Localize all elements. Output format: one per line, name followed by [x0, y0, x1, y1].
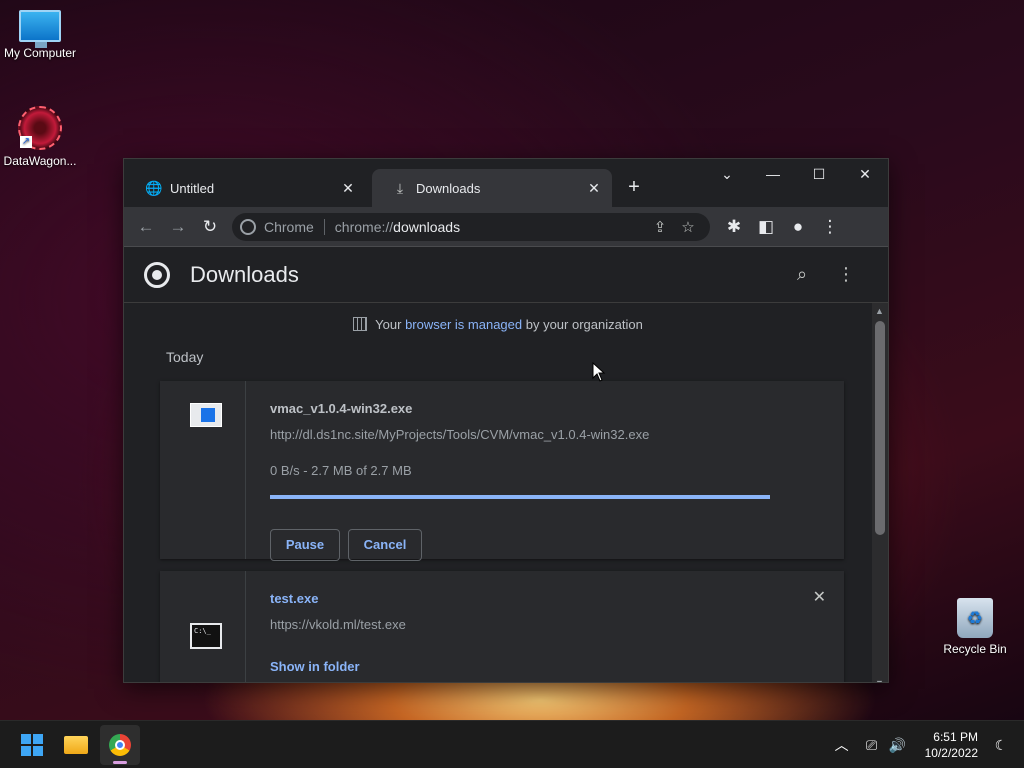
file-name-link[interactable]: test.exe [270, 591, 318, 606]
tab-close-icon[interactable]: ✕ [340, 180, 356, 196]
file-name: vmac_v1.0.4-win32.exe [270, 401, 413, 416]
address-scheme: chrome:// [334, 218, 394, 235]
extensions-puzzle-icon[interactable]: ✱ [718, 211, 750, 243]
focus-moon-icon[interactable]: ☾ [988, 737, 1014, 754]
maximize-button[interactable]: ☐ [796, 159, 842, 191]
folder-icon [64, 735, 88, 754]
reload-icon[interactable]: ↻ [194, 211, 226, 243]
toolbar: ← → ↻ Chrome chrome:// downloads ⇪ ☆ ✱ ◧… [124, 207, 888, 247]
desktop-icon-label: Recycle Bin [943, 642, 1007, 656]
managed-link[interactable]: browser is managed [405, 317, 522, 332]
address-chip: Chrome [264, 218, 314, 235]
monitor-icon [19, 10, 61, 48]
close-window-button[interactable]: ✕ [842, 159, 888, 191]
file-url: http://dl.ds1nc.site/MyProjects/Tools/CV… [270, 427, 650, 442]
console-app-icon: C:\_ [190, 623, 222, 649]
start-button[interactable] [12, 725, 52, 765]
clock[interactable]: 6:51 PM 10/2/2022 [925, 729, 978, 761]
scroll-up-arrow-icon[interactable]: ▲ [875, 306, 884, 316]
scrollbar-thumb[interactable] [875, 321, 885, 535]
pause-button[interactable]: Pause [270, 529, 340, 561]
download-status: 0 B/s - 2.7 MB of 2.7 MB [270, 463, 412, 478]
scrollbar[interactable]: ▲ ▼ [872, 303, 888, 682]
datawagon-icon: ↗ [18, 106, 62, 150]
chrome-chip-icon [240, 218, 256, 235]
tab-downloads[interactable]: ⤓ Downloads ✕ [372, 169, 612, 207]
tab-title: Downloads [416, 180, 481, 196]
tab-close-icon[interactable]: ✕ [586, 180, 602, 196]
file-icon-column: C:\_ [160, 571, 246, 682]
shortcut-arrow-icon: ↗ [20, 136, 32, 148]
chrome-logo-icon [144, 261, 170, 288]
system-tray: ︿ ⎚ 🔊 6:51 PM 10/2/2022 ☾ [829, 721, 1024, 768]
managed-prefix: Your [375, 317, 406, 332]
tab-search-button[interactable]: ⌄ [704, 159, 750, 191]
download-progress-fill [270, 495, 770, 499]
page-title: Downloads [190, 261, 299, 287]
tab-strip: 🌐 Untitled ✕ ⤓ Downloads ✕ + ⌄ — ☐ ✕ [124, 159, 888, 207]
search-icon[interactable]: ⌕ [780, 264, 824, 285]
file-explorer-button[interactable] [56, 725, 96, 765]
scroll-down-arrow-icon[interactable]: ▼ [875, 678, 884, 682]
executable-file-icon [190, 403, 222, 427]
recycle-bin-icon: ♻ [957, 598, 993, 638]
download-item: C:\_ test.exe https://vkold.ml/test.exe … [160, 571, 844, 682]
managed-suffix: by your organization [522, 317, 643, 332]
managed-notice: Your browser is managed by your organiza… [124, 317, 872, 332]
clock-time: 6:51 PM [933, 730, 978, 744]
minimize-button[interactable]: — [750, 159, 796, 191]
date-section-heading: Today [166, 349, 204, 365]
chrome-icon [109, 733, 131, 756]
taskbar: ︿ ⎚ 🔊 6:51 PM 10/2/2022 ☾ [0, 720, 1024, 768]
chevron-up-icon[interactable]: ︿ [829, 735, 855, 755]
remove-download-icon[interactable]: ✕ [813, 587, 826, 607]
download-item: vmac_v1.0.4-win32.exe http://dl.ds1nc.si… [160, 381, 844, 561]
desktop-icon-label: My Computer [3, 46, 77, 60]
share-icon[interactable]: ⇪ [646, 218, 674, 236]
downloads-header: Downloads ⌕ ⋮ [124, 247, 888, 303]
chrome-taskbar-button[interactable] [100, 724, 140, 765]
cancel-button[interactable]: Cancel [348, 529, 422, 561]
download-icon: ⤓ [396, 179, 404, 196]
network-icon[interactable]: ⎚ [859, 737, 885, 754]
building-icon [353, 317, 368, 331]
desktop-icon-label: DataWagon... [3, 154, 77, 168]
show-in-folder-link[interactable]: Show in folder [270, 659, 360, 674]
browser-menu-icon[interactable]: ⋮ [814, 211, 846, 243]
desktop-icon-datawagon[interactable]: ↗ DataWagon... [0, 106, 80, 168]
address-path: downloads [393, 218, 461, 235]
download-progress-bar [270, 495, 770, 499]
chrome-window: 🌐 Untitled ✕ ⤓ Downloads ✕ + ⌄ — ☐ ✕ ← →… [123, 158, 889, 683]
bookmark-star-icon[interactable]: ☆ [674, 218, 702, 236]
desktop-icon-my-computer[interactable]: My Computer [0, 10, 80, 60]
new-tab-button[interactable]: + [622, 175, 646, 199]
file-icon-column [160, 381, 246, 559]
tab-title: Untitled [170, 180, 215, 196]
windows-logo-icon [21, 733, 43, 756]
clock-date: 10/2/2022 [924, 746, 978, 760]
mouse-cursor-icon [592, 362, 606, 382]
tab-untitled[interactable]: 🌐 Untitled ✕ [126, 169, 366, 207]
forward-arrow-icon[interactable]: → [162, 211, 194, 243]
back-arrow-icon[interactable]: ← [130, 211, 162, 243]
downloads-list: Your browser is managed by your organiza… [124, 303, 888, 682]
address-separator [323, 218, 325, 235]
address-bar[interactable]: Chrome chrome:// downloads ⇪ ☆ [232, 212, 710, 241]
more-options-icon[interactable]: ⋮ [824, 264, 868, 285]
volume-icon[interactable]: 🔊 [885, 737, 911, 754]
globe-icon: 🌐 [145, 179, 163, 196]
desktop-icon-recycle-bin[interactable]: ♻ Recycle Bin [935, 598, 1015, 656]
side-panel-icon[interactable]: ◧ [750, 211, 782, 243]
profile-avatar-icon[interactable]: ● [782, 211, 814, 243]
file-url: https://vkold.ml/test.exe [270, 617, 406, 632]
